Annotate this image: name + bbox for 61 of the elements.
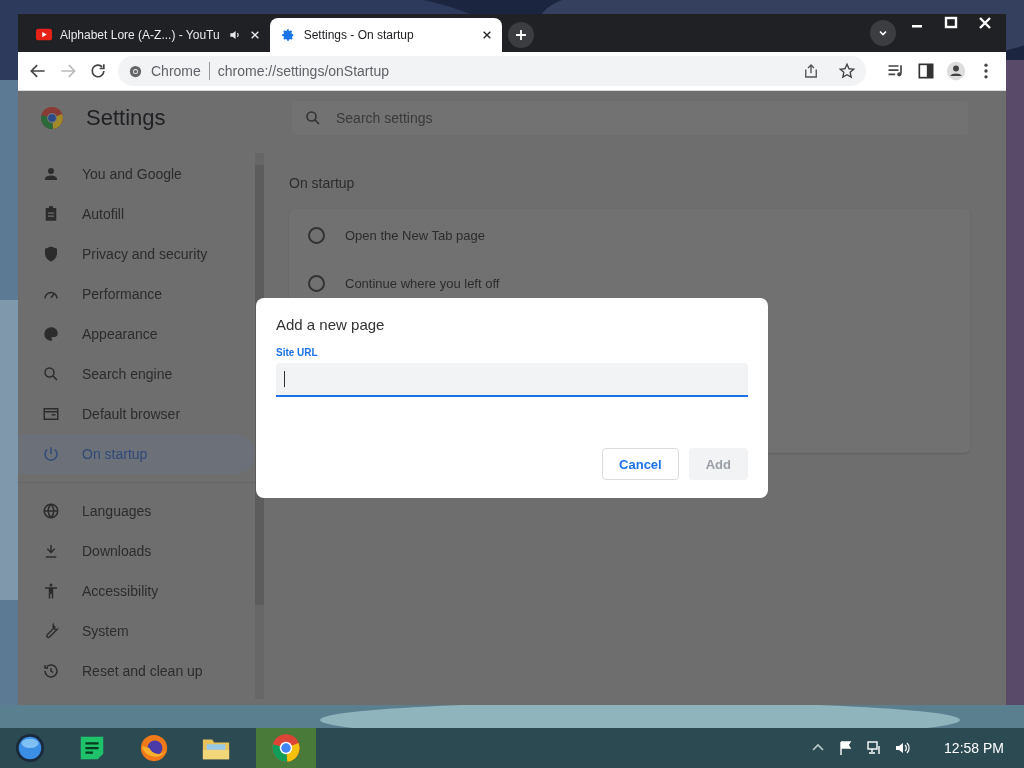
sidebar-item[interactable]: Performance	[18, 274, 255, 314]
play-logo-icon	[36, 28, 52, 42]
browser-logo-icon	[40, 106, 64, 130]
sidebar-item[interactable]: Accessibility	[18, 571, 255, 611]
side-panel-icon[interactable]	[916, 61, 936, 81]
sidebar-item[interactable]: Languages	[18, 491, 255, 531]
history-icon	[42, 662, 60, 680]
tab-title: Settings - On startup	[303, 28, 415, 42]
browser-tab[interactable]: Settings - On startup	[269, 18, 502, 52]
search-icon	[304, 109, 322, 127]
sidebar-item[interactable]: Appearance	[18, 314, 255, 354]
field-label: Site URL	[276, 347, 319, 358]
sidebar-item[interactable]: You and Google	[18, 154, 255, 194]
taskbar-app[interactable]	[256, 728, 316, 768]
palette-icon	[42, 325, 60, 343]
fox-globe-icon	[139, 733, 169, 763]
orb-icon	[15, 733, 45, 763]
power-icon	[42, 445, 60, 463]
person-icon	[42, 165, 60, 183]
input-field[interactable]	[276, 363, 748, 397]
browser-icon	[42, 405, 60, 423]
plus-icon	[514, 29, 527, 41]
radio-option[interactable]: Continue where you left off	[289, 259, 970, 307]
cancel-button[interactable]: Cancel	[602, 448, 679, 480]
sidebar-item[interactable]: Privacy and security	[18, 234, 255, 274]
browser-logo-icon	[128, 63, 143, 79]
star-icon[interactable]	[838, 62, 856, 80]
profile-avatar-icon[interactable]	[946, 61, 966, 81]
browser-tab[interactable]: Alphabet Lore (A-Z...) - YouTu	[26, 18, 270, 52]
sidebar-item[interactable]: System	[18, 611, 255, 651]
speaker-icon[interactable]	[227, 28, 242, 42]
section-title: On startup	[289, 175, 356, 191]
new-tab-button[interactable]	[507, 22, 534, 48]
share-icon[interactable]	[802, 62, 820, 80]
sidebar-item[interactable]: Reset and clean up	[18, 651, 255, 691]
settings-title: Settings	[86, 105, 166, 131]
sidebar-item[interactable]: Default browser	[18, 394, 255, 434]
clock[interactable]: 12:58 PM	[928, 740, 1024, 756]
tab-title: Alphabet Lore (A-Z...) - YouTu	[60, 28, 220, 42]
sidebar-item[interactable]: Autofill	[18, 194, 255, 234]
network-icon[interactable]	[866, 740, 883, 756]
gear-icon	[279, 28, 296, 42]
sidebar-item[interactable]: Search engine	[18, 354, 255, 394]
search-icon	[42, 365, 60, 383]
site-label: Chrome	[151, 63, 201, 79]
address-bar[interactable]: Chrome chrome://settings/onStartup	[118, 56, 866, 86]
sidebar-item[interactable]: On startup	[18, 434, 255, 474]
speaker-icon[interactable]	[894, 740, 911, 756]
maximize-icon[interactable]	[944, 16, 958, 30]
browser-logo-icon	[271, 733, 301, 763]
reload-icon[interactable]	[88, 61, 108, 81]
dialog-title: Add a new page	[276, 316, 386, 333]
close-icon[interactable]	[481, 30, 492, 40]
shield-icon	[42, 245, 60, 263]
tab-search-button[interactable]	[870, 20, 896, 46]
search-field[interactable]: Search settings	[292, 101, 968, 135]
globe-icon	[42, 502, 60, 520]
url-text: chrome://settings/onStartup	[217, 63, 389, 79]
radio-option[interactable]: Open the New Tab page	[289, 211, 970, 259]
accessibility-icon	[42, 582, 60, 600]
sidebar-item[interactable]: Downloads	[18, 531, 255, 571]
